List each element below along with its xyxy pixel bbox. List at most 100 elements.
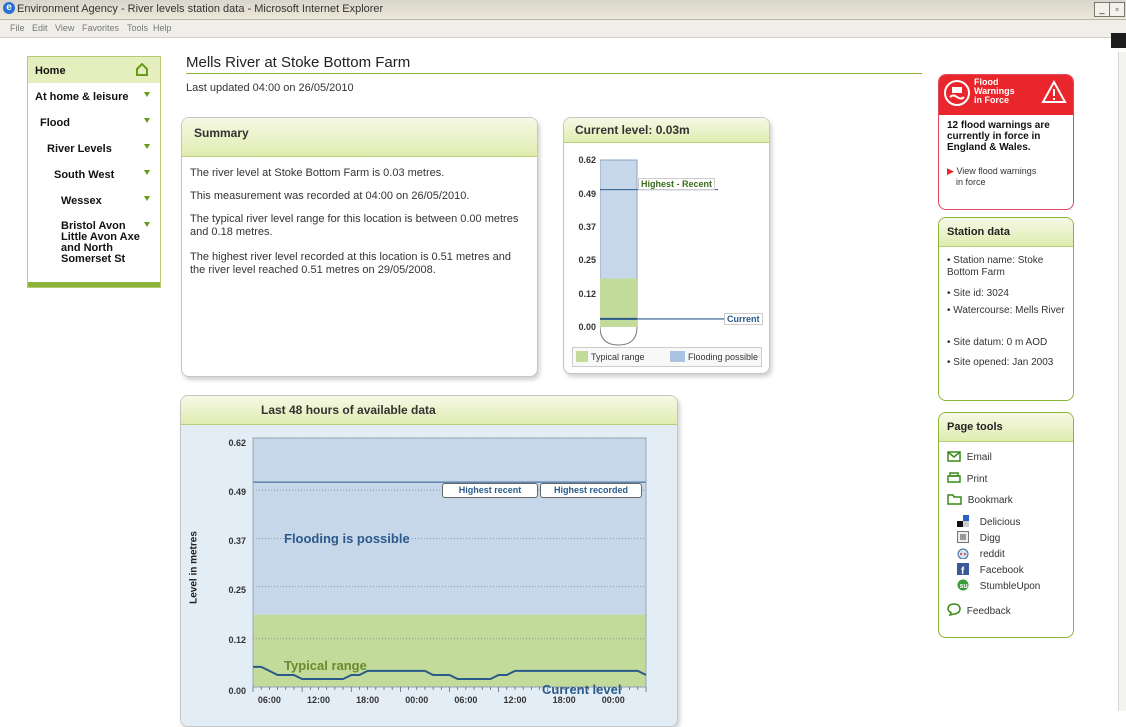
y-tick-label: 0.49 bbox=[228, 487, 246, 497]
facebook-link[interactable]: f Facebook bbox=[957, 563, 1024, 577]
station-data-text: Site datum: 0 m AOD bbox=[953, 337, 1048, 348]
view-flood-warnings-text: in force bbox=[956, 177, 986, 187]
menu-tools[interactable]: Tools bbox=[127, 23, 148, 33]
station-data-text: Site id: 3024 bbox=[953, 288, 1009, 299]
current-level-header: Current level: 0.03m bbox=[564, 118, 769, 143]
y-tick-label: 0.00 bbox=[228, 686, 246, 696]
chevron-down-icon bbox=[144, 196, 150, 201]
flood-title-line: in Force bbox=[974, 95, 1010, 105]
y-tick-label: 0.62 bbox=[228, 438, 246, 448]
station-data-text: Station name: Stoke Bottom Farm bbox=[947, 255, 1044, 278]
svg-text:su: su bbox=[960, 583, 968, 590]
chevron-down-icon bbox=[144, 92, 150, 97]
stumbleupon-link[interactable]: su StumbleUpon bbox=[957, 579, 1040, 592]
station-data-item: • Site datum: 0 m AOD bbox=[947, 337, 1048, 348]
envelope-icon bbox=[947, 451, 961, 462]
email-link[interactable]: Email bbox=[947, 451, 992, 463]
delicious-label: Delicious bbox=[979, 517, 1021, 528]
typical-range-label: Typical range bbox=[284, 658, 367, 673]
x-tick-label: 06:00 bbox=[454, 695, 477, 705]
nav-item-river-levels[interactable]: River Levels bbox=[28, 135, 160, 162]
nav-item-label: Home bbox=[35, 65, 66, 77]
view-flood-warnings-link[interactable]: ▶ View flood warnings in force bbox=[947, 166, 1071, 188]
chevron-down-icon bbox=[144, 118, 150, 123]
flood-warnings-header: Flood Warnings in Force bbox=[939, 75, 1073, 115]
summary-panel: Summary The river level at Stoke Bottom … bbox=[181, 117, 538, 377]
station-data-item: • Station name: Stoke Bottom Farm bbox=[947, 255, 1044, 278]
menu-help[interactable]: Help bbox=[153, 23, 172, 33]
nav-bottom-bar bbox=[28, 282, 160, 287]
page-tools-box: Page tools Email Print Bookmark Deliciou… bbox=[938, 412, 1074, 638]
y-tick-label: 0.49 bbox=[578, 189, 596, 199]
flood-warnings-count: 12 flood warnings are currently in force… bbox=[947, 120, 1050, 153]
x-tick-label: 18:00 bbox=[356, 695, 379, 705]
current-level-label: Current level bbox=[542, 682, 622, 697]
nav-item-label: At home & leisure bbox=[35, 91, 129, 103]
highest-recent-label: Highest - Recent bbox=[638, 178, 716, 190]
flooding-possible-label: Flooding is possible bbox=[284, 531, 410, 546]
stumbleupon-icon: su bbox=[957, 579, 969, 591]
summary-paragraph: The typical river level range for this l… bbox=[190, 213, 519, 238]
y-tick-label: 0.25 bbox=[228, 585, 246, 595]
nav-item-home[interactable]: Home bbox=[28, 57, 160, 84]
current-label: Current bbox=[724, 313, 763, 325]
delicious-link[interactable]: Delicious bbox=[957, 515, 1020, 528]
flood-warning-badge-icon bbox=[944, 80, 970, 106]
nav-item-wessex[interactable]: Wessex bbox=[28, 187, 160, 214]
y-tick-label: 0.37 bbox=[578, 222, 596, 232]
nav-item-at-home-leisure[interactable]: At home & leisure bbox=[28, 83, 160, 110]
left-navigation: Home At home & leisure Flood River Level… bbox=[27, 56, 161, 288]
legend-typical: Typical range bbox=[591, 352, 645, 362]
history-heading: Last 48 hours of available data bbox=[261, 403, 436, 417]
email-label: Email bbox=[966, 452, 992, 463]
station-data-item: • Site id: 3024 bbox=[947, 288, 1009, 299]
station-data-item: • Watercourse: Mells River bbox=[947, 305, 1065, 316]
home-icon bbox=[136, 63, 148, 76]
nav-item-bristol-avon[interactable]: Bristol Avon Little Avon Axe and North S… bbox=[28, 213, 160, 281]
restore-button[interactable]: ▫ bbox=[1109, 2, 1125, 17]
nav-item-flood[interactable]: Flood bbox=[28, 109, 160, 136]
digg-link[interactable]: Digg bbox=[957, 531, 1000, 544]
y-axis-label: Level in metres bbox=[188, 531, 200, 604]
arrow-right-icon: ▶ bbox=[947, 166, 954, 176]
stumbleupon-label: StumbleUpon bbox=[979, 581, 1041, 592]
chevron-down-icon bbox=[144, 170, 150, 175]
nav-item-label: River Levels bbox=[47, 143, 112, 155]
x-tick-label: 12:00 bbox=[503, 695, 526, 705]
history-panel: Last 48 hours of available data 0.62 0.4… bbox=[180, 395, 678, 727]
windows-logo-icon bbox=[1111, 33, 1126, 48]
last-updated: Last updated 04:00 on 26/05/2010 bbox=[186, 82, 354, 94]
print-link[interactable]: Print bbox=[947, 472, 987, 485]
feedback-link[interactable]: Feedback bbox=[947, 603, 1011, 617]
flood-warnings-box[interactable]: Flood Warnings in Force 12 flood warning… bbox=[938, 74, 1074, 210]
reddit-link[interactable]: reddit bbox=[957, 547, 1005, 560]
page-tools-heading: Page tools bbox=[947, 421, 1003, 433]
minimize-button[interactable]: _ bbox=[1094, 2, 1110, 17]
station-data-header: Station data bbox=[939, 218, 1073, 247]
menu-file[interactable]: File bbox=[10, 23, 25, 33]
nav-item-label: Bristol Avon Little Avon Axe and North S… bbox=[61, 220, 140, 265]
feedback-label: Feedback bbox=[966, 606, 1011, 617]
chevron-down-icon bbox=[144, 144, 150, 149]
folder-icon bbox=[947, 494, 962, 505]
menu-view[interactable]: View bbox=[55, 23, 74, 33]
delicious-icon bbox=[957, 515, 969, 527]
station-data-text: Site opened: Jan 2003 bbox=[953, 357, 1054, 368]
facebook-label: Facebook bbox=[979, 565, 1024, 576]
nav-item-south-west[interactable]: South West bbox=[28, 161, 160, 188]
summary-paragraph: This measurement was recorded at 04:00 o… bbox=[190, 190, 470, 202]
gauge-legend: Typical range Flooding possible bbox=[572, 347, 762, 367]
print-label: Print bbox=[966, 474, 988, 485]
nav-item-label: Wessex bbox=[61, 195, 102, 207]
legend-flooding: Flooding possible bbox=[688, 352, 759, 362]
y-tick-label: 0.12 bbox=[578, 289, 596, 299]
page-tools-header: Page tools bbox=[939, 413, 1073, 442]
menu-favorites[interactable]: Favorites bbox=[82, 23, 119, 33]
reddit-icon bbox=[957, 548, 969, 560]
vertical-scrollbar[interactable] bbox=[1118, 52, 1126, 711]
station-data-heading: Station data bbox=[947, 226, 1010, 238]
digg-icon bbox=[957, 531, 969, 543]
menu-bar: File Edit View Favorites Tools Help bbox=[0, 20, 1126, 38]
menu-edit[interactable]: Edit bbox=[32, 23, 48, 33]
bookmark-link[interactable]: Bookmark bbox=[947, 493, 1013, 506]
